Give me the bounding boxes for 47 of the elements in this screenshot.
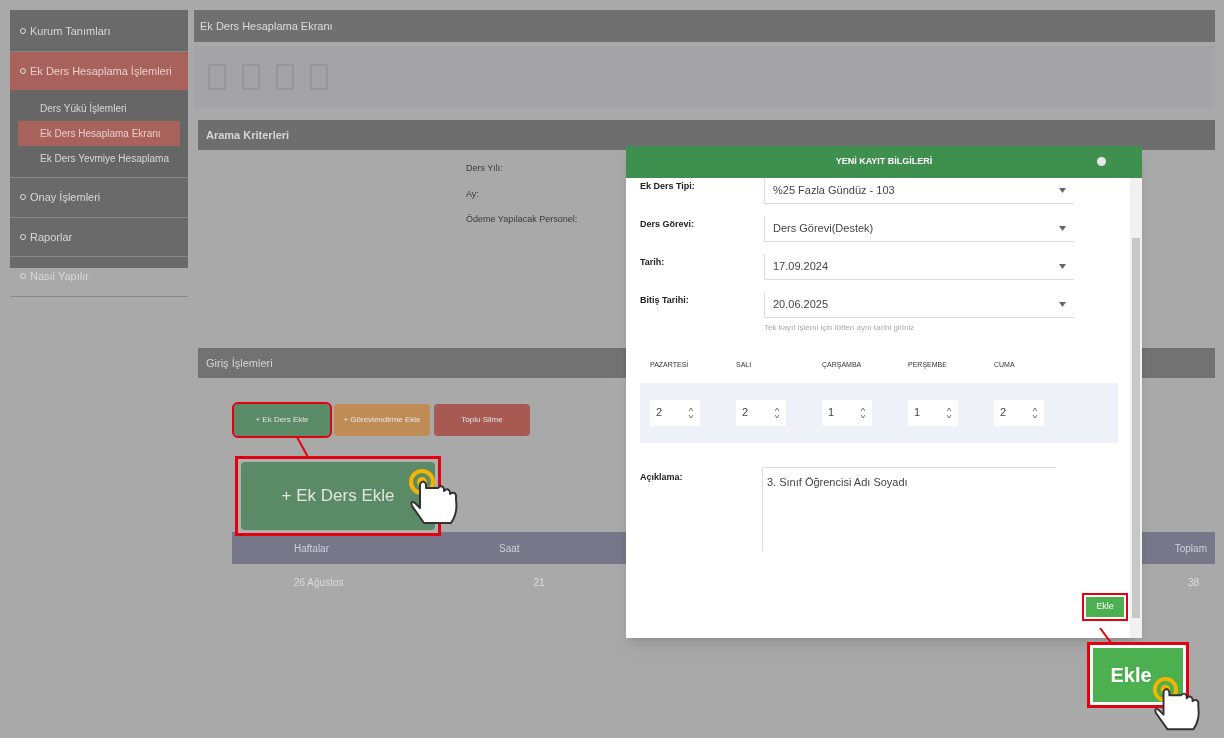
section-title: Giriş İşlemleri <box>206 355 273 371</box>
caret-icon <box>1059 226 1066 231</box>
field-label: Tarih: <box>640 256 666 269</box>
field-label: Açıklama: <box>640 470 684 484</box>
field-label: Ders Görevi: <box>640 218 696 231</box>
column-header: Toplam <box>1174 541 1207 556</box>
number-spinner[interactable]: 1 <box>822 399 872 426</box>
spinner-arrows-icon <box>946 406 952 419</box>
spinner-arrows-icon <box>1032 406 1038 419</box>
sidebar-item[interactable]: Ders Yükü İşlemleri <box>18 96 180 121</box>
action-button[interactable]: + Görevlendirme Ekle <box>334 404 430 436</box>
select-field[interactable]: 17.09.2024 <box>764 254 1074 280</box>
section-title: Arama Kriterleri <box>206 127 290 143</box>
dialog-title: YENİ KAYIT BİLGİLERİ <box>835 155 933 169</box>
hint-text: Tek kayıt işlemi için lütfen aynı tarihi giriniz <box>764 322 916 334</box>
field-label: Ek Ders Tipi: <box>640 180 696 193</box>
spinner-arrows-icon <box>688 406 694 419</box>
number-spinner[interactable]: 2 <box>650 399 700 426</box>
action-button[interactable]: + Ek Ders Ekle <box>234 404 330 436</box>
action-button[interactable]: Toplu Silme <box>434 404 530 436</box>
close-icon[interactable] <box>1097 157 1106 166</box>
page-title: Ek Ders Hesaplama Ekranı <box>200 18 333 34</box>
column-header: Haftalar <box>294 541 329 556</box>
select-field[interactable]: %25 Fazla Gündüz - 103 <box>764 178 1074 204</box>
number-spinner[interactable]: 1 <box>908 399 958 426</box>
select-field[interactable]: 20.06.2025 <box>764 292 1074 318</box>
spinner-arrows-icon <box>860 406 866 419</box>
select-field[interactable]: Ders Görevi(Destek) <box>764 216 1074 242</box>
textarea-field[interactable]: 3. Sınıf Öğrencisi Adı Soyadı <box>762 466 1056 551</box>
number-spinner[interactable]: 2 <box>736 399 786 426</box>
sidebar-item[interactable]: Raporlar <box>10 217 188 256</box>
number-spinner[interactable]: 2 <box>994 399 1044 426</box>
caret-icon <box>1059 188 1066 193</box>
field-label: Bitiş Tarihi: <box>640 294 690 307</box>
field-label: Ders Yılı: <box>466 162 503 175</box>
column-header: Saat <box>499 541 520 556</box>
field-label: Ay: <box>466 187 479 201</box>
sidebar-item[interactable]: Kurum Tanımları <box>10 12 188 51</box>
spinner-arrows-icon <box>774 406 780 419</box>
field-label: Ödeme Yapılacak Personel: <box>466 213 578 226</box>
sidebar-item[interactable]: Ek Ders Yevmiye Hesaplama <box>18 146 180 171</box>
sidebar-item[interactable]: Ek Ders Hesaplama İşlemleri <box>10 51 188 90</box>
sidebar-item[interactable]: Onay İşlemleri <box>10 178 188 217</box>
caret-icon <box>1059 302 1066 307</box>
caret-icon <box>1059 264 1066 269</box>
sidebar-item[interactable]: Ek Ders Hesaplama Ekranı <box>18 121 180 146</box>
add-button[interactable]: Ekle <box>1086 596 1124 617</box>
